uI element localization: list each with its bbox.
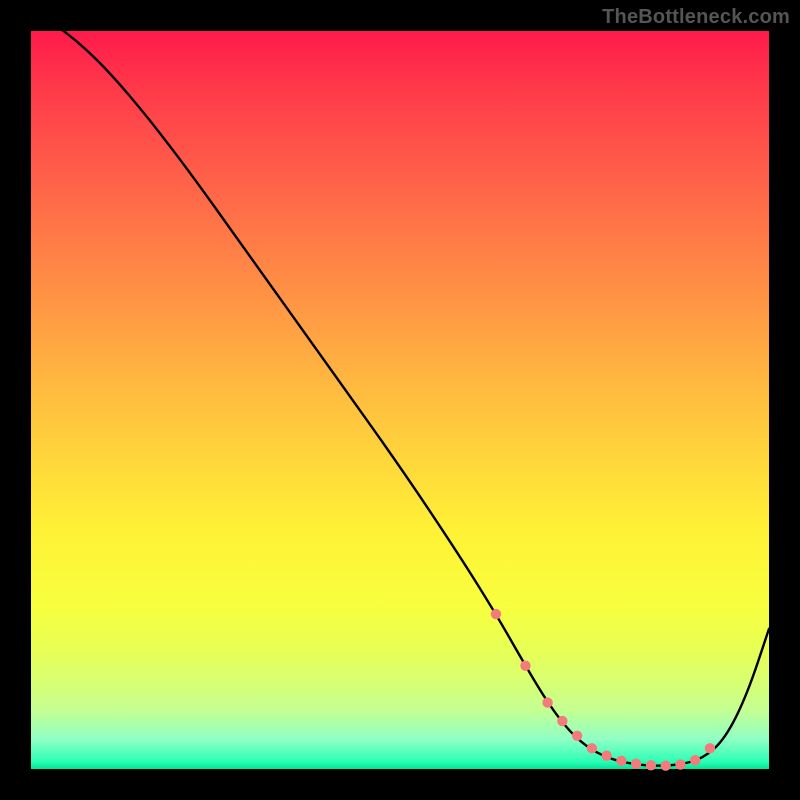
trough-marker (542, 697, 552, 707)
trough-marker (631, 759, 641, 769)
trough-marker (675, 759, 685, 769)
trough-marker (520, 660, 530, 670)
trough-marker (690, 755, 700, 765)
plot-area (31, 31, 769, 769)
trough-marker (616, 756, 626, 766)
trough-marker (601, 751, 611, 761)
bottleneck-curve (31, 9, 769, 766)
trough-marker (705, 743, 715, 753)
trough-marker (491, 609, 501, 619)
curve-svg (31, 31, 769, 769)
trough-markers-group (491, 609, 715, 771)
trough-marker (557, 716, 567, 726)
watermark-text: TheBottleneck.com (602, 6, 790, 29)
chart-frame: TheBottleneck.com (0, 0, 800, 800)
trough-marker (660, 760, 670, 770)
trough-marker (572, 731, 582, 741)
trough-marker (646, 760, 656, 770)
trough-marker (587, 743, 597, 753)
